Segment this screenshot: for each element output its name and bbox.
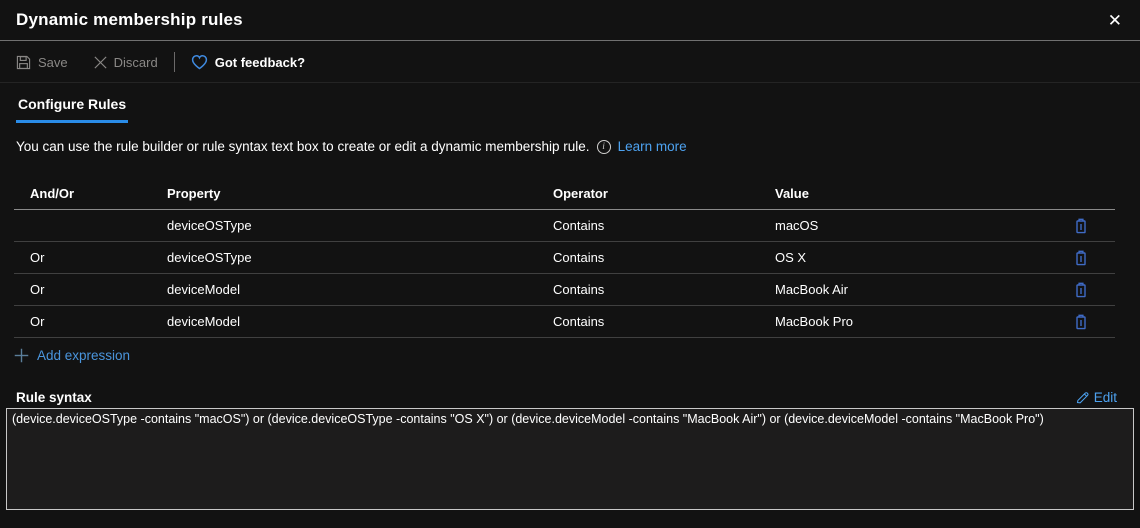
cell-andor[interactable]: Or [14,314,167,329]
tab-configure-rules-label: Configure Rules [18,96,127,112]
edit-rule-syntax-button[interactable]: Edit [1076,390,1117,405]
cell-operator[interactable]: Contains [553,218,775,233]
table-row: Or deviceModel Contains MacBook Pro [14,306,1115,338]
cell-andor[interactable]: Or [14,250,167,265]
trash-icon [1075,282,1086,297]
cell-value[interactable]: MacBook Air [775,282,1046,297]
rule-syntax-textbox[interactable]: (device.deviceOSType -contains "macOS") … [6,408,1134,510]
discard-x-icon [94,55,107,69]
cell-value[interactable]: macOS [775,218,1046,233]
dynamic-membership-rules-panel: Dynamic membership rules ✕ Save Discard [0,0,1140,528]
delete-expression-button[interactable] [1070,248,1092,268]
column-header-property: Property [167,186,221,201]
got-feedback-button[interactable]: Got feedback? [191,54,305,70]
column-header-andor: And/Or [30,186,75,201]
info-icon[interactable]: i [596,139,611,154]
rules-table-body: deviceOSType Contains macOS Or deviceOST… [14,210,1115,338]
info-icon-glyph: i [602,141,605,152]
rule-syntax-label: Rule syntax [16,390,92,405]
pencil-icon [1076,392,1089,404]
close-icon: ✕ [1107,10,1122,30]
cell-property[interactable]: deviceModel [167,282,553,297]
titlebar: Dynamic membership rules ✕ [0,0,1140,41]
table-row: Or deviceOSType Contains OS X [14,242,1115,274]
tab-configure-rules[interactable]: Configure Rules [16,94,129,123]
rules-table-header: And/Or Property Operator Value [14,178,1115,210]
description-row: You can use the rule builder or rule syn… [16,139,1124,154]
delete-expression-button[interactable] [1070,312,1092,332]
toolbar: Save Discard Got feedback? [0,42,1140,83]
column-header-operator: Operator [553,186,608,201]
cell-operator[interactable]: Contains [553,282,775,297]
table-row: deviceOSType Contains macOS [14,210,1115,242]
delete-expression-button[interactable] [1070,280,1092,300]
cell-andor[interactable]: Or [14,282,167,297]
rules-table: And/Or Property Operator Value deviceOST… [14,178,1115,338]
cell-value[interactable]: OS X [775,250,1046,265]
edit-label: Edit [1093,390,1117,405]
rule-syntax-header: Rule syntax Edit [16,390,1117,405]
column-header-value: Value [775,186,809,201]
trash-icon [1075,250,1086,265]
discard-label: Discard [113,54,158,70]
toolbar-divider [173,52,175,72]
cell-property[interactable]: deviceModel [167,314,553,329]
table-row: Or deviceModel Contains MacBook Air [14,274,1115,306]
discard-button[interactable]: Discard [94,55,158,70]
add-expression-button[interactable]: Add expression [14,348,130,363]
page-title: Dynamic membership rules [16,10,243,29]
learn-more-link[interactable]: Learn more [618,139,687,154]
add-expression-label: Add expression [37,348,131,363]
heart-icon [191,54,207,70]
save-button[interactable]: Save [16,55,68,70]
save-icon [16,55,31,69]
cell-operator[interactable]: Contains [553,314,775,329]
cell-property[interactable]: deviceOSType [167,250,553,265]
delete-expression-button[interactable] [1070,216,1092,236]
cell-property[interactable]: deviceOSType [167,218,553,233]
save-label: Save [38,54,68,70]
cell-operator[interactable]: Contains [553,250,775,265]
description-text: You can use the rule builder or rule syn… [16,139,590,154]
trash-icon [1075,314,1086,329]
cell-value[interactable]: MacBook Pro [775,314,1046,329]
close-button[interactable]: ✕ [1102,8,1128,33]
trash-icon [1075,218,1086,233]
plus-icon [14,348,29,363]
got-feedback-label: Got feedback? [214,54,306,70]
